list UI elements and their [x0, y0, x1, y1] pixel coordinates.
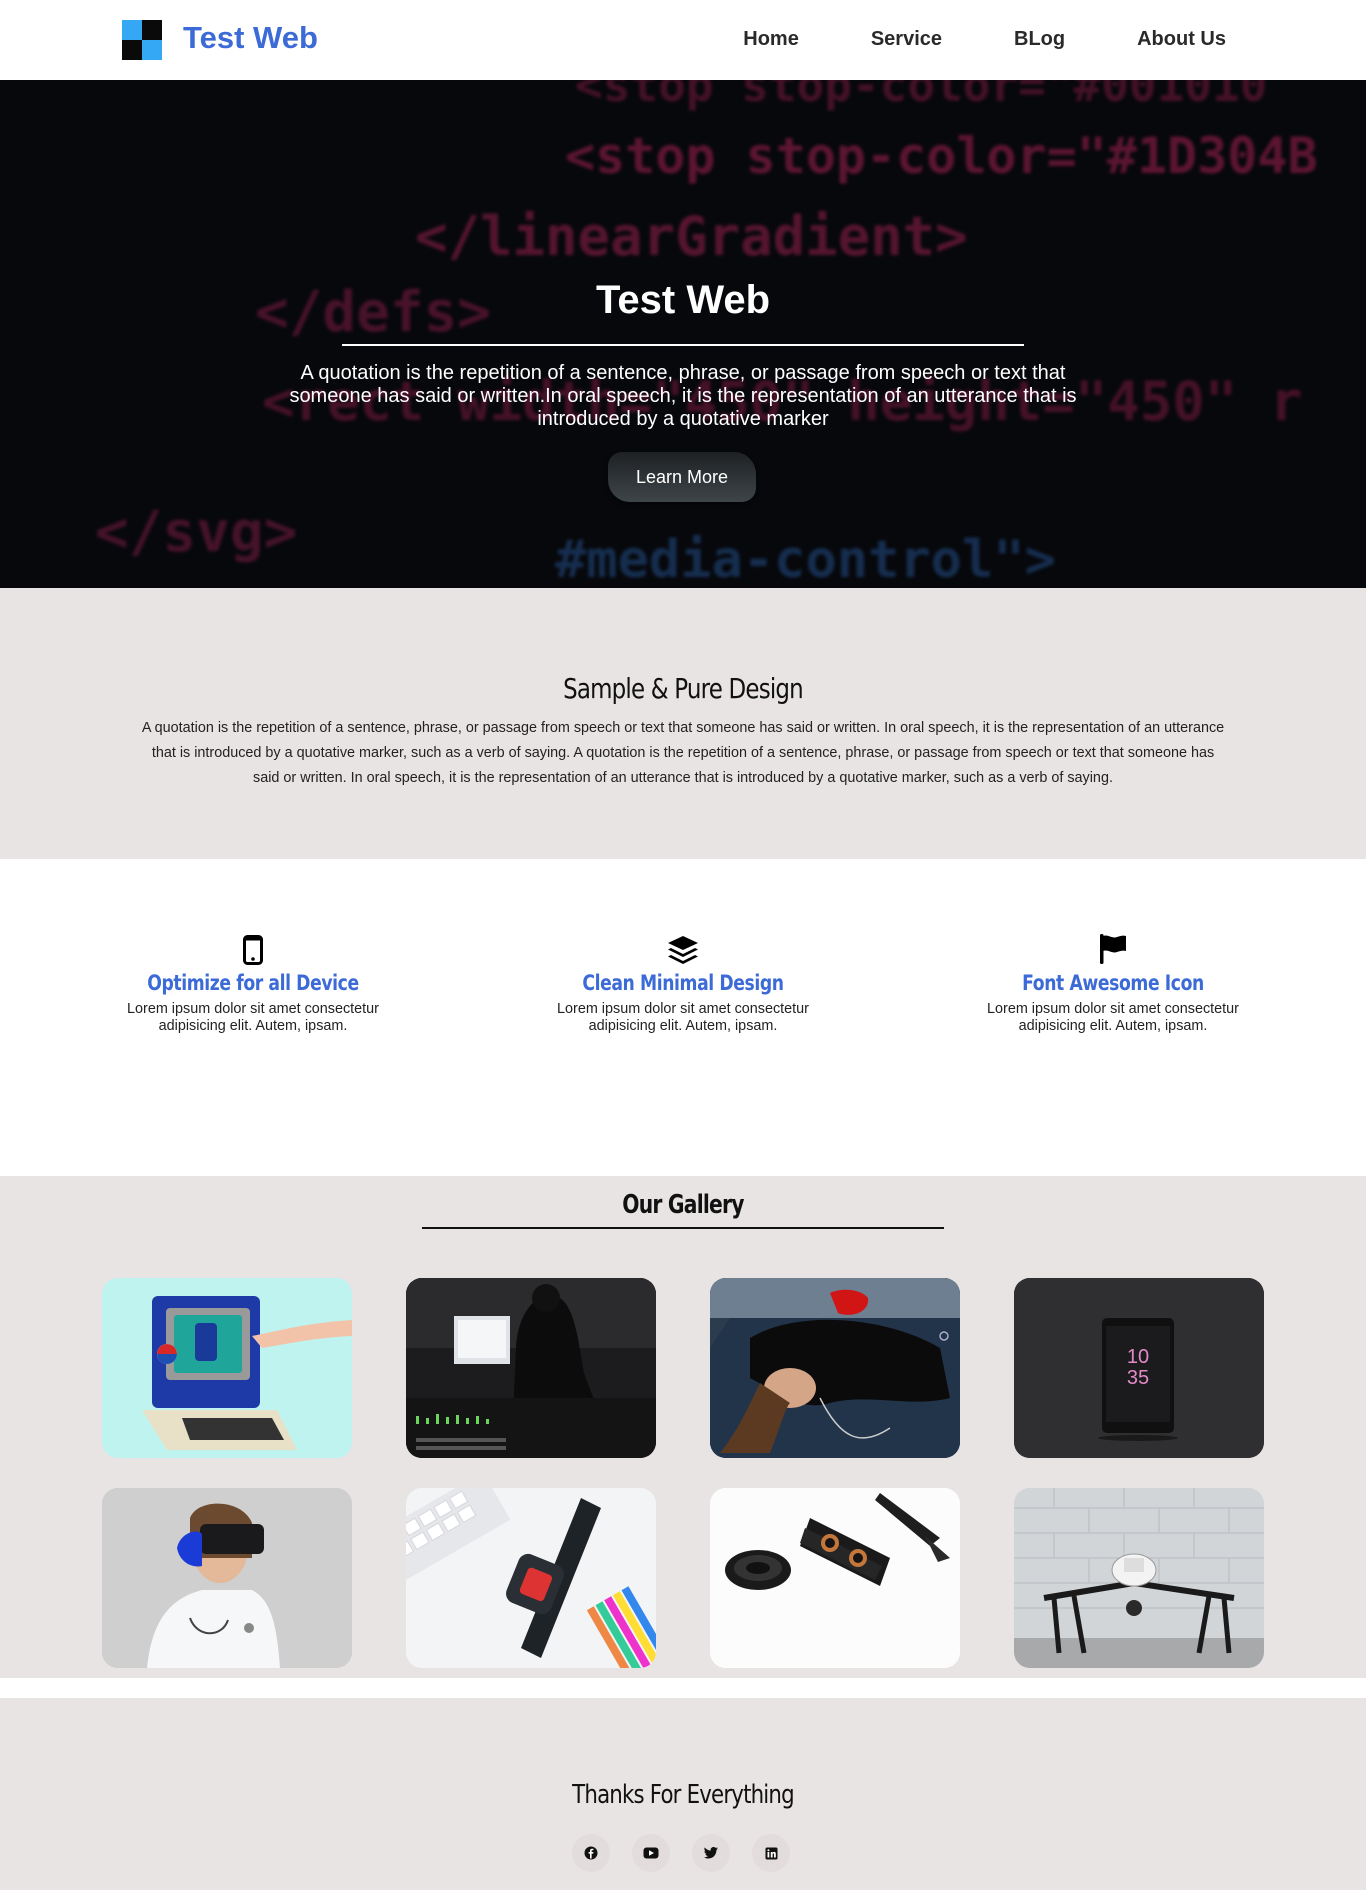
nav-link-home[interactable]: Home: [743, 28, 799, 51]
svg-text:10: 10: [1127, 1346, 1149, 1368]
nav-link-service[interactable]: Service: [871, 28, 942, 51]
gallery-image-retro-computer[interactable]: [102, 1278, 352, 1458]
hero-divider: [342, 344, 1024, 346]
facebook-icon[interactable]: [572, 1834, 610, 1872]
hero-bg-code-line: </svg>: [95, 500, 298, 565]
svg-text:35: 35: [1127, 1367, 1149, 1389]
feature-card: Font Awesome Icon Lorem ipsum dolor sit …: [973, 929, 1253, 1035]
features-section: Optimize for all Device Lorem ipsum dolo…: [0, 859, 1366, 1176]
layers-icon: [543, 929, 823, 965]
footer: Thanks For Everything: [0, 1698, 1366, 1890]
about-title: Sample & Pure Design: [563, 672, 804, 705]
feature-text: Lorem ipsum dolor sit amet consectetur a…: [127, 1001, 379, 1034]
gallery-image-music-studio[interactable]: [406, 1278, 656, 1458]
feature-text: Lorem ipsum dolor sit amet consectetur a…: [987, 1001, 1239, 1034]
nav-link-blog[interactable]: BLog: [1014, 28, 1065, 51]
hero-description: A quotation is the repetition of a sente…: [289, 362, 1077, 430]
feature-title: Font Awesome Icon: [1022, 971, 1204, 995]
navbar: Test Web Home Service BLog About Us: [0, 0, 1366, 80]
social-links: [572, 1834, 790, 1872]
brand-name[interactable]: Test Web: [183, 20, 318, 56]
gallery-image-vr-headset[interactable]: [102, 1488, 352, 1668]
feature-card: Clean Minimal Design Lorem ipsum dolor s…: [543, 929, 823, 1035]
feature-title: Optimize for all Device: [147, 971, 359, 995]
gallery-image-drone[interactable]: [1014, 1488, 1264, 1668]
twitter-icon[interactable]: [692, 1834, 730, 1872]
nav-menu: Home Service BLog About Us: [671, 28, 1226, 51]
about-section: Sample & Pure Design A quotation is the …: [0, 588, 1366, 859]
gallery-image-camera-gear[interactable]: [710, 1488, 960, 1668]
hero-banner: <stop stop-color="#001010 <stop stop-col…: [0, 80, 1366, 588]
gallery-image-smartphone[interactable]: 10 35: [1014, 1278, 1264, 1458]
flag-icon: [973, 929, 1253, 965]
gallery-image-smartwatch[interactable]: [406, 1488, 656, 1668]
youtube-icon[interactable]: [632, 1834, 670, 1872]
feature-text: Lorem ipsum dolor sit amet consectetur a…: [557, 1001, 809, 1034]
learn-more-button[interactable]: Learn More: [608, 452, 756, 502]
about-text: A quotation is the repetition of a sente…: [141, 720, 1225, 786]
hero-bg-code-line: <stop stop-color="#001010: [575, 80, 1268, 112]
hero-bg-code-line: #media-control">: [555, 530, 1056, 588]
feature-title: Clean Minimal Design: [582, 971, 784, 995]
hero-title: Test Web: [595, 278, 771, 322]
gallery-image-woman-headphones[interactable]: [710, 1278, 960, 1458]
feature-card: Optimize for all Device Lorem ipsum dolo…: [113, 929, 393, 1035]
logo-icon[interactable]: [122, 20, 162, 60]
nav-link-about[interactable]: About Us: [1137, 28, 1226, 51]
linkedin-icon[interactable]: [752, 1834, 790, 1872]
gallery-divider: [422, 1227, 944, 1229]
gallery-section: Our Gallery 10 35: [0, 1176, 1366, 1678]
section-spacer: [0, 1678, 1366, 1698]
footer-title: Thanks For Everything: [572, 1780, 794, 1810]
hero-bg-code-line: <stop stop-color="#1D304B: [565, 127, 1318, 185]
hero-bg-code-line: </linearGradient>: [415, 205, 968, 268]
mobile-icon: [113, 929, 393, 965]
gallery-title: Our Gallery: [622, 1190, 744, 1220]
